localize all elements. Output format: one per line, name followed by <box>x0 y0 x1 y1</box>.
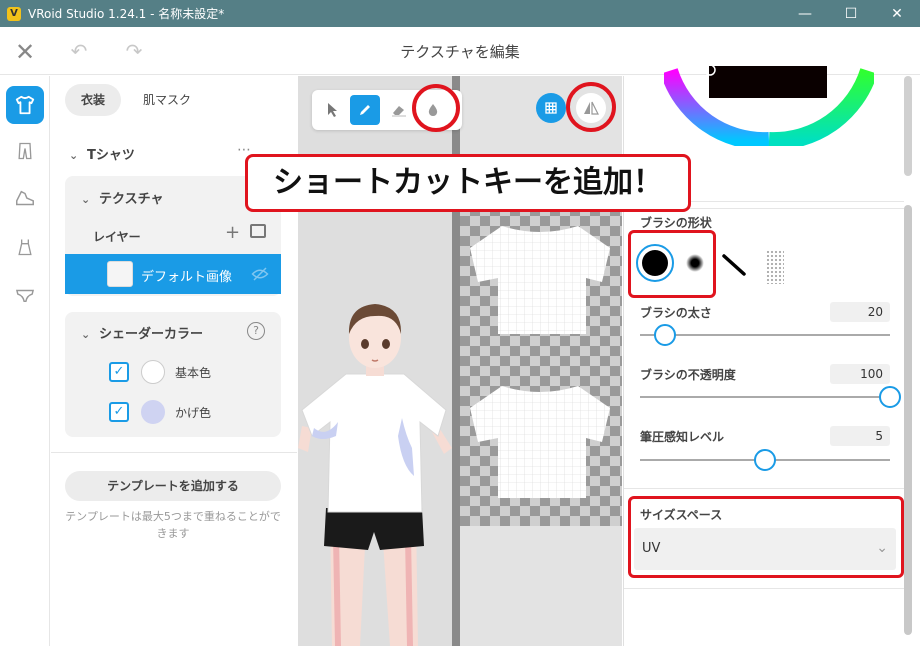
tab-skin-mask[interactable]: 肌マスク <box>127 84 207 116</box>
pants-icon <box>18 142 32 160</box>
brush-size-value[interactable]: 20 <box>830 302 890 322</box>
category-rail <box>0 76 50 646</box>
app-logo-icon: V <box>7 6 21 21</box>
rail-shirt-button[interactable] <box>6 86 44 124</box>
brush-shape-label: ブラシの形状 <box>640 216 712 230</box>
pressure-level-label: 筆圧感知レベル <box>640 430 725 444</box>
brush-opacity-slider[interactable] <box>879 386 901 408</box>
settings-scrollbar[interactable] <box>904 205 912 635</box>
cursor-icon <box>328 103 337 117</box>
rail-dress-button[interactable] <box>6 228 44 266</box>
line-brush-icon[interactable] <box>720 252 748 278</box>
shade-color-swatch[interactable] <box>141 400 165 424</box>
brush-shape-highlight <box>628 230 716 298</box>
shader-color-title: シェーダーカラー <box>99 327 204 342</box>
window-title: VRoid Studio 1.24.1 - 名称未設定* <box>28 7 225 21</box>
add-image-icon[interactable] <box>250 224 266 238</box>
mirror-highlight <box>566 82 616 132</box>
texture-header[interactable]: ⌄ テクスチャ <box>81 188 163 207</box>
base-color-checkbox[interactable]: ✓ <box>109 362 129 382</box>
pen-tool-button[interactable] <box>350 95 380 125</box>
pressure-level-slider[interactable] <box>754 449 776 471</box>
pressure-level-value[interactable]: 5 <box>830 426 890 446</box>
underwear-icon <box>15 289 35 303</box>
select-tool-button[interactable] <box>318 95 348 125</box>
color-wheel[interactable] <box>664 0 874 146</box>
shade-color-label: かげ色 <box>175 406 212 420</box>
divider <box>51 452 297 453</box>
divider <box>624 588 904 589</box>
layer-label: レイヤー <box>93 230 141 244</box>
window-close-button[interactable]: ✕ <box>874 0 920 27</box>
tab-costume[interactable]: 衣装 <box>65 84 122 116</box>
fill-tool-highlight <box>412 84 460 132</box>
layer-name: デフォルト画像 <box>141 270 233 285</box>
shader-color-header[interactable]: ⌄ シェーダーカラー <box>81 323 203 342</box>
brush-size-slider[interactable] <box>654 324 676 346</box>
layer-thumbnail <box>107 261 133 287</box>
eraser-tool-button[interactable] <box>384 95 414 125</box>
add-layer-icon[interactable]: + <box>225 222 240 243</box>
brush-opacity-value[interactable]: 100 <box>830 364 890 384</box>
divider <box>624 488 904 489</box>
visibility-off-icon[interactable] <box>251 266 269 282</box>
layer-row-selected[interactable]: デフォルト画像 <box>65 254 281 294</box>
size-space-highlight <box>628 496 904 578</box>
texture-title: テクスチャ <box>99 192 164 207</box>
rail-underwear-button[interactable] <box>6 276 44 314</box>
base-color-swatch[interactable] <box>141 360 165 384</box>
dress-icon <box>18 239 32 256</box>
rail-pants-button[interactable] <box>6 132 44 170</box>
pen-icon <box>360 105 370 115</box>
grid-icon <box>545 102 557 114</box>
shortcut-callout: ショートカットキーを追加！ <box>245 154 691 212</box>
brush-size-track[interactable] <box>640 334 890 336</box>
shader-color-card: ⌄ シェーダーカラー ? ✓ 基本色 ✓ かげ色 <box>65 312 281 437</box>
base-color-label: 基本色 <box>175 366 212 380</box>
chevron-down-icon: ⌄ <box>69 149 79 162</box>
eraser-icon <box>392 106 406 117</box>
texture-brush-icon[interactable] <box>766 250 784 284</box>
grid-toggle-button[interactable] <box>536 93 566 123</box>
brush-opacity-label: ブラシの不透明度 <box>640 368 736 382</box>
shoe-icon <box>16 190 34 206</box>
rail-shoe-button[interactable] <box>6 180 44 218</box>
color-panel-scrollbar[interactable] <box>904 76 912 176</box>
help-icon[interactable]: ? <box>247 322 265 340</box>
template-note: テンプレートは最大5つまで重ねることができます <box>65 510 281 540</box>
brush-size-label: ブラシの太さ <box>640 306 712 320</box>
add-template-button[interactable]: テンプレートを追加する <box>65 471 281 501</box>
section-title: Tシャツ <box>87 148 135 163</box>
chevron-down-icon: ⌄ <box>81 193 91 206</box>
brush-opacity-track[interactable] <box>640 396 890 398</box>
section-header-tshirt[interactable]: ⌄ Tシャツ <box>69 144 135 163</box>
chevron-down-icon: ⌄ <box>81 328 91 341</box>
shirt-icon <box>15 95 35 115</box>
texture-shirt-layout <box>470 226 610 498</box>
shade-color-checkbox[interactable]: ✓ <box>109 402 129 422</box>
